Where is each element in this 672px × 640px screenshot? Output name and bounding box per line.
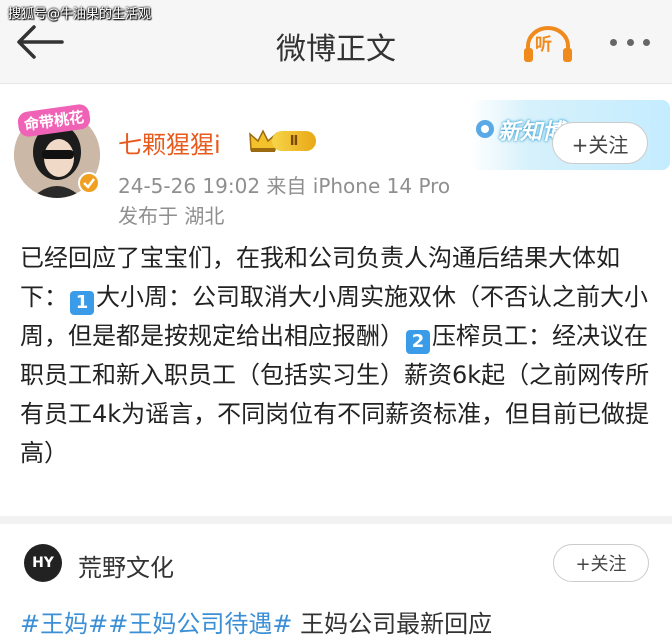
org-logo-text: HY [32, 555, 54, 571]
topic-link-wangma[interactable]: #王妈# [20, 610, 108, 638]
follow-button[interactable]: +关注 [552, 122, 648, 164]
vip-level: Ⅱ [272, 131, 316, 151]
keycap-one-icon: 1 [70, 291, 94, 315]
vip-badge[interactable]: Ⅱ [248, 128, 318, 154]
post-time-source: 24-5-26 19:02 来自 iPhone 14 Pro [118, 174, 451, 198]
org-follow-button[interactable]: +关注 [553, 544, 649, 582]
org-logo[interactable]: HY [24, 544, 62, 582]
watermark-text: 搜狐号@牛油果的生活观 [8, 7, 152, 22]
keycap-two-icon: 2 [406, 330, 430, 354]
org-name[interactable]: 荒野文化 [78, 548, 174, 583]
more-button[interactable] [610, 26, 650, 58]
post-location: 发布于 湖北 [118, 204, 225, 228]
verified-badge-icon [78, 172, 100, 194]
topic-link-company-treatment[interactable]: #王妈公司待遇# [108, 610, 292, 638]
more-dots-icon [610, 38, 617, 46]
listen-label: 听 [535, 35, 552, 55]
topic-plain-text: 王妈公司最新回应 [292, 610, 493, 638]
post-body: 已经回应了宝宝们，在我和公司负责人沟通后结果大体如下： 1 大小周：公司取消大小周实… [20, 239, 650, 473]
sparkle-icon [476, 120, 494, 138]
repost-bar: HY 荒野文化 +关注 #王妈##王妈公司待遇# 王妈公司最新回应 [0, 516, 672, 640]
listen-button[interactable]: 听 [522, 24, 574, 64]
topic-line: #王妈##王妈公司待遇# 王妈公司最新回应 [20, 604, 492, 639]
username[interactable]: 七颗猩猩i [118, 125, 221, 160]
post-card: 命带桃花 七颗猩猩i Ⅱ 24-5-26 19:02 来自 iPhone 14 … [0, 92, 672, 504]
